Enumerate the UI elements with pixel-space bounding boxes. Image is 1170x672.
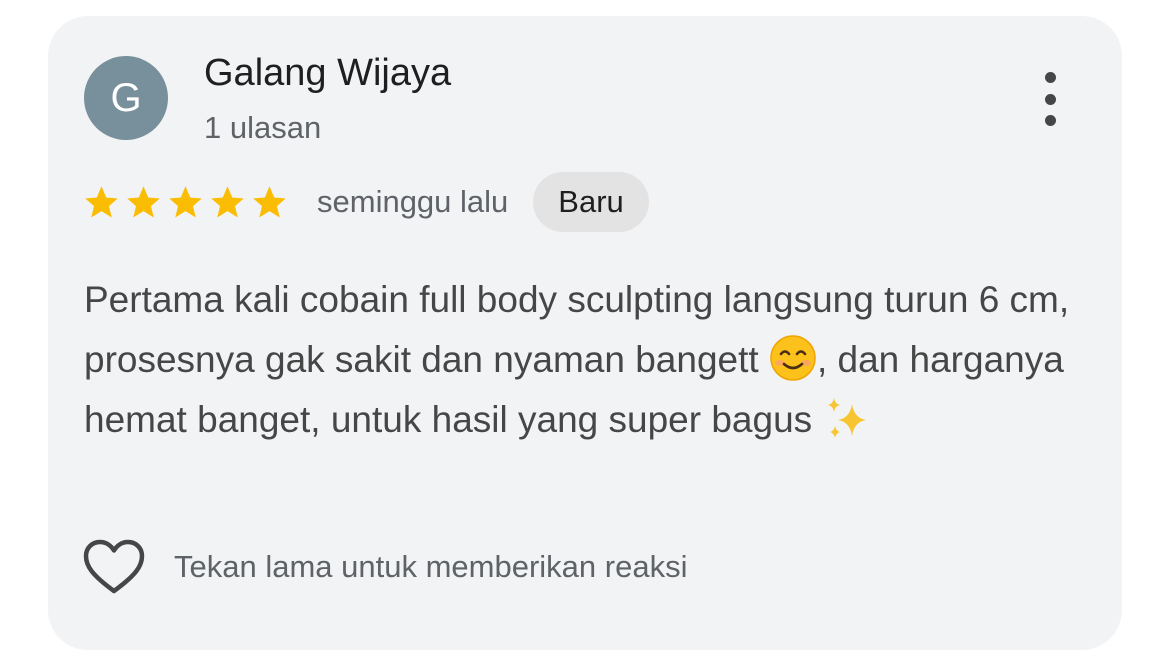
review-time: seminggu lalu xyxy=(317,184,509,219)
smiling-face-emoji xyxy=(770,335,816,381)
star-icon xyxy=(253,185,286,217)
sparkles-emoji xyxy=(828,398,867,438)
star-icon xyxy=(85,185,118,217)
star-icon xyxy=(127,185,160,217)
avatar[interactable]: G xyxy=(84,56,168,140)
new-badge: Baru xyxy=(533,172,649,232)
review-card: G Galang Wijaya 1 ulasan seminggu lalu B… xyxy=(48,16,1122,650)
reviewer-name[interactable]: Galang Wijaya xyxy=(204,52,451,95)
star-rating xyxy=(82,183,292,222)
star-icon xyxy=(169,185,202,217)
more-vert-icon xyxy=(1044,72,1056,83)
review-count: 1 ulasan xyxy=(204,110,322,145)
review-meta: seminggu lalu Baru xyxy=(82,172,649,232)
more-options-button[interactable] xyxy=(1030,72,1070,126)
reaction-hint: Tekan lama untuk memberikan reaksi xyxy=(174,549,688,584)
avatar-initial: G xyxy=(110,75,142,120)
star-icon xyxy=(211,185,244,217)
reaction-row: Tekan lama untuk memberikan reaksi xyxy=(82,536,687,598)
review-text: Pertama kali cobain full body sculpting … xyxy=(84,270,1104,450)
heart-outline-icon[interactable] xyxy=(82,538,146,596)
